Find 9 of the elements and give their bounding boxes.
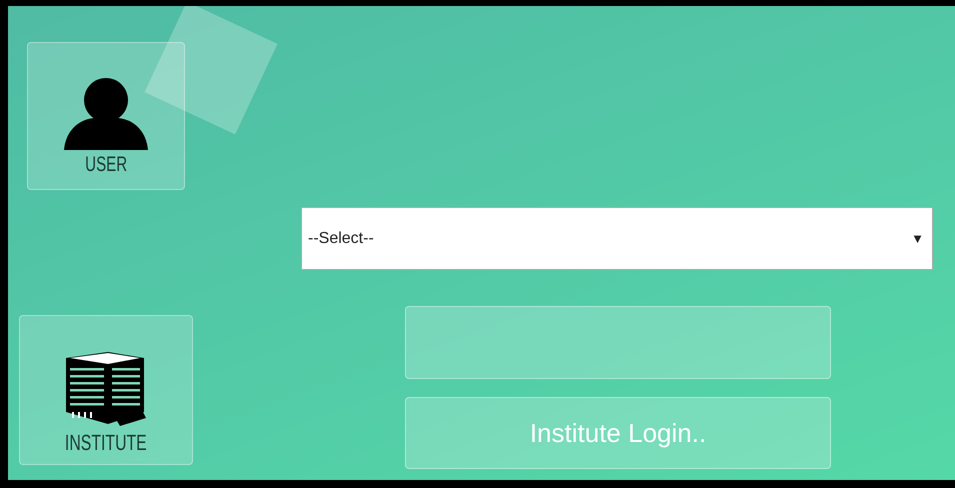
dropdown-arrow-icon: ▼ — [911, 231, 924, 246]
input-field[interactable] — [405, 306, 831, 379]
tile-label: USER — [84, 154, 127, 175]
select-value: --Select-- — [308, 230, 374, 248]
institute-tile[interactable]: INSTITUTE — [19, 315, 193, 465]
user-icon — [62, 78, 150, 152]
select-dropdown[interactable]: --Select-- ▼ — [301, 207, 933, 270]
tile-label: INSTITUTE — [65, 432, 147, 454]
user-tile[interactable]: USER — [27, 42, 185, 190]
